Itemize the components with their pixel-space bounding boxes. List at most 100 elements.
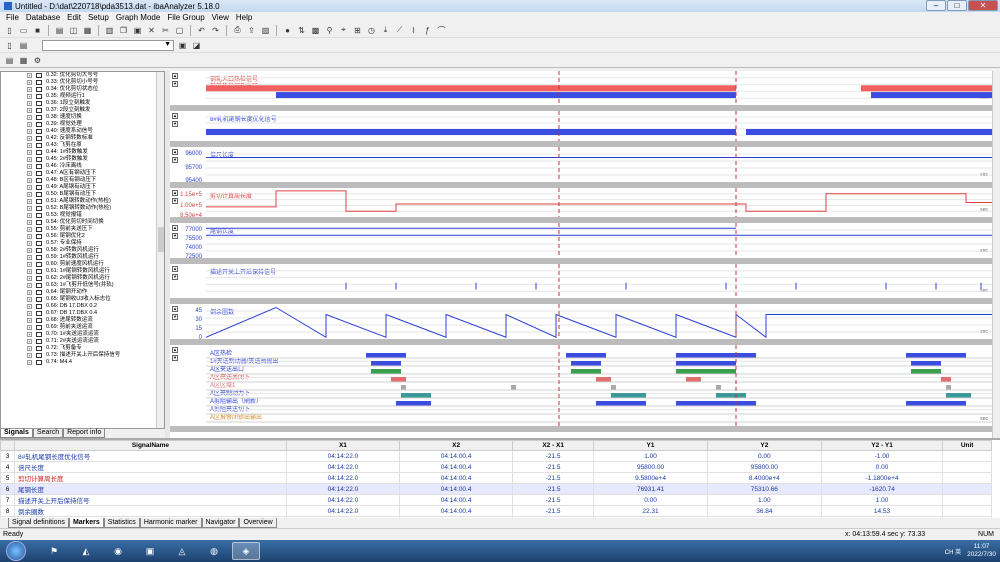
zoom-icon[interactable]: ⚲ xyxy=(324,25,335,36)
expand-icon[interactable]: + xyxy=(27,346,32,351)
graph-up-icon[interactable]: ▲ xyxy=(172,347,178,353)
redo-icon[interactable]: ↷ xyxy=(210,25,221,36)
delete-icon[interactable]: ✕ xyxy=(146,25,157,36)
tree-item[interactable]: +0.69: 剪前夹送运流 xyxy=(1,324,164,331)
menu-edit[interactable]: Edit xyxy=(67,13,81,22)
scroll-thumb[interactable] xyxy=(158,227,164,252)
tree-item[interactable]: +0.48: B区有钢动压下 xyxy=(1,177,164,184)
graph-down-icon[interactable]: ▼ xyxy=(172,81,178,87)
graph-area[interactable]: ▲▼钢轧入口热检信号剪前热检钢轧出口sec▲▼8#轧机尾钢长度优化信号sec▲▼… xyxy=(170,71,992,438)
expand-icon[interactable]: + xyxy=(27,164,32,169)
tree-item[interactable]: +0.72: 飞剪备专 xyxy=(1,345,164,352)
tree-item[interactable]: +0.45: 2#转数触发 xyxy=(1,156,164,163)
taskbar-paint-icon[interactable]: ◍ xyxy=(200,542,228,560)
graph-panel[interactable]: ▲▼8#轧机尾钢长度优化信号sec xyxy=(170,111,992,147)
menu-graph-mode[interactable]: Graph Mode xyxy=(116,13,160,22)
taskbar-app-4-icon[interactable]: ▣ xyxy=(136,542,164,560)
tree-item[interactable]: +0.37: 2段立刻触发 xyxy=(1,107,164,114)
menu-help[interactable]: Help xyxy=(236,13,252,22)
tree-item[interactable]: +0.64: 尾钢开动作 xyxy=(1,289,164,296)
tab-markers[interactable]: Markers xyxy=(68,518,104,528)
open-data-icon[interactable]: ▤ xyxy=(54,25,65,36)
expand-icon[interactable]: + xyxy=(27,213,32,218)
expand-icon[interactable]: + xyxy=(27,227,32,232)
expand-icon[interactable]: + xyxy=(27,178,32,183)
tree-item[interactable]: +0.39: 视觉处理 xyxy=(1,121,164,128)
graph-plot[interactable] xyxy=(206,111,992,141)
expand-icon[interactable]: + xyxy=(27,136,32,141)
expand-icon[interactable]: + xyxy=(27,276,32,281)
file-group-icon[interactable]: ▦ xyxy=(82,25,93,36)
expand-icon[interactable]: + xyxy=(27,80,32,85)
tree-item[interactable]: +0.52: B尾钢转数动作(热检) xyxy=(1,205,164,212)
tree-item[interactable]: +0.46: 冷床离线 xyxy=(1,163,164,170)
expand-icon[interactable]: + xyxy=(27,255,32,260)
expand-icon[interactable]: + xyxy=(27,220,32,225)
expand-icon[interactable]: + xyxy=(27,283,32,288)
column-header[interactable]: Y2 xyxy=(706,440,822,451)
graph-panel[interactable]: ▲▼A区热检1#夹送制动器/夹送阀输出A区夹送出口A区夹送关闭下A区区域1A区夹… xyxy=(170,345,992,432)
expand-icon[interactable]: + xyxy=(27,325,32,330)
clock[interactable]: 11:07 2022/7/30 xyxy=(967,543,996,559)
tree-item[interactable]: +0.57: 专业保持 xyxy=(1,240,164,247)
menu-view[interactable]: View xyxy=(212,13,229,22)
start-button[interactable] xyxy=(6,541,26,561)
tree-item[interactable]: +0.49: A尾钢有动压下 xyxy=(1,184,164,191)
expression-combo[interactable]: ▼ xyxy=(42,39,174,51)
expand-icon[interactable]: + xyxy=(27,129,32,134)
minimize-button[interactable]: – xyxy=(926,0,946,11)
tab-statistics[interactable]: Statistics xyxy=(103,518,140,528)
graph-panel[interactable]: ▲ ▼ 描述开关上开后保持信号 sec xyxy=(170,264,992,304)
paste-icon[interactable]: ▣ xyxy=(132,25,143,36)
tree-item[interactable]: +0.38: 速度切换 xyxy=(1,114,164,121)
tree-item[interactable]: +0.67: DB 17.DBX 0.4 xyxy=(1,310,164,317)
doc-icon[interactable]: ▯ xyxy=(4,40,15,51)
menu-database[interactable]: Database xyxy=(26,13,60,22)
marker-icon[interactable]: ⌖ xyxy=(338,25,349,36)
graph-up-icon[interactable]: ▲ xyxy=(172,73,178,79)
expand-icon[interactable]: + xyxy=(27,248,32,253)
menu-file-group[interactable]: File Group xyxy=(167,13,204,22)
tree-item[interactable]: +0.33: 优化剪切小号号 xyxy=(1,79,164,86)
tree-scrollbar[interactable] xyxy=(156,72,164,428)
expand-icon[interactable]: + xyxy=(27,185,32,190)
tree-item[interactable]: +0.32: 优化剪切大号号 xyxy=(1,72,164,79)
list-icon[interactable]: ▤ xyxy=(4,55,15,66)
column-header[interactable]: X2 xyxy=(399,440,514,451)
taskbar-app-1-icon[interactable]: ⚑ xyxy=(40,542,68,560)
expand-icon[interactable]: + xyxy=(27,171,32,176)
tree-item[interactable]: +0.61: 1#尾钢转数风机运行 xyxy=(1,268,164,275)
tree-item[interactable]: +0.47: A区有钢动压下 xyxy=(1,170,164,177)
expand-icon[interactable]: + xyxy=(27,304,32,309)
tree-item[interactable]: +0.71: 2#夹送运流运流 xyxy=(1,338,164,345)
expand-icon[interactable]: + xyxy=(27,360,32,365)
undo-icon[interactable]: ↶ xyxy=(196,25,207,36)
tree-item[interactable]: +0.35: 视频运行1 xyxy=(1,93,164,100)
graph-plot[interactable] xyxy=(206,188,992,217)
column-header[interactable]: Y1 xyxy=(593,440,708,451)
tree-item[interactable]: +0.51: A尾钢转数动作(热检) xyxy=(1,198,164,205)
tree-icon[interactable]: ▤ xyxy=(18,40,29,51)
graph-plot[interactable] xyxy=(206,304,992,339)
graph-plot[interactable] xyxy=(206,71,992,105)
taskbar-ibaanalyzer-icon[interactable]: ◈ xyxy=(232,542,260,560)
copy-icon[interactable]: ❐ xyxy=(118,25,129,36)
expand-icon[interactable]: + xyxy=(27,241,32,246)
clipboard-icon[interactable]: ▥ xyxy=(104,25,115,36)
save-icon[interactable]: ■ xyxy=(32,25,43,36)
signal-icon[interactable]: ⇅ xyxy=(296,25,307,36)
tree-item[interactable]: +0.58: 2#转数风机运行 xyxy=(1,247,164,254)
expand-icon[interactable]: + xyxy=(27,353,32,358)
table-row[interactable]: 5 剪切计算周长度 04:14:22.0 04:14:00.4 -21.5 9.5800e… xyxy=(0,472,992,484)
globe-icon[interactable]: ● xyxy=(282,25,293,36)
expand-icon[interactable]: + xyxy=(27,122,32,127)
expand-icon[interactable]: + xyxy=(27,318,32,323)
graph-down-icon[interactable]: ▼ xyxy=(172,355,178,361)
table-row[interactable]: 7 描述开关上开后保持信号 04:14:22.0 04:14:00.4 -21.5 0.0… xyxy=(0,494,992,506)
tree-item[interactable]: +0.56: 尾钢优化2 xyxy=(1,233,164,240)
graph-panel[interactable]: ▲ ▼ 1.15e+5 1.00e+5 8.50e+4 剪切计算周长度 sec xyxy=(170,188,992,223)
tab-report-info[interactable]: Report info xyxy=(63,429,106,438)
expand-icon[interactable]: + xyxy=(27,262,32,267)
settings-icon[interactable]: ⚙ xyxy=(32,55,43,66)
expand-icon[interactable]: + xyxy=(27,297,32,302)
